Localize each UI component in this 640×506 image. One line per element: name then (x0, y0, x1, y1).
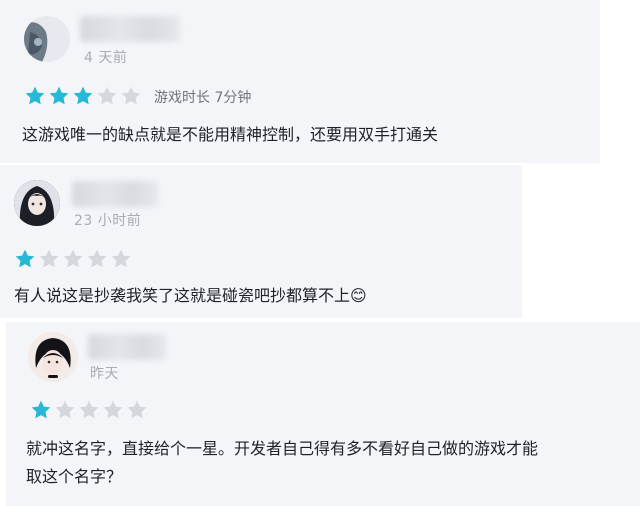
username-blurred (88, 334, 166, 360)
username-blurred (72, 181, 158, 207)
star-empty-icon (102, 399, 126, 423)
star-filled-icon (14, 248, 38, 272)
star-empty-icon (62, 248, 86, 272)
review-time: 4 天前 (84, 50, 128, 66)
avatar[interactable] (28, 332, 78, 382)
star-empty-icon (78, 399, 102, 423)
rating-stars (14, 248, 134, 272)
review-card: 4 天前 游戏时长 7分钟 这游戏唯一的缺点就是不能用精神控制，还要用双手打通关 (0, 0, 600, 163)
avatar[interactable] (24, 16, 70, 62)
review-text-line-2: 取这个名字？ (26, 467, 123, 486)
avatar[interactable] (14, 180, 60, 226)
star-empty-icon (96, 85, 120, 109)
username-blurred (80, 16, 180, 42)
review-time: 23 小时前 (74, 213, 142, 229)
star-empty-icon (110, 248, 134, 272)
rating-stars (30, 399, 150, 423)
review-text-line-1: 就冲这名字，直接给个一星。开发者自己得有多不看好自己做的游戏才能 (26, 439, 539, 458)
review-card: 昨天 就冲这名字，直接给个一星。开发者自己得有多不看好自己做的游戏才能 取这个名… (6, 322, 640, 506)
star-filled-icon (48, 85, 72, 109)
star-empty-icon (38, 248, 62, 272)
playtime: 游戏时长 7分钟 (154, 90, 252, 106)
star-empty-icon (126, 399, 150, 423)
review-time: 昨天 (90, 366, 119, 382)
star-empty-icon (120, 85, 144, 109)
review-text: 有人说这是抄袭我笑了这就是碰瓷吧抄都算不上😊 (14, 286, 367, 305)
review-card: 23 小时前 有人说这是抄袭我笑了这就是碰瓷吧抄都算不上😊 (0, 165, 522, 318)
star-filled-icon (72, 85, 96, 109)
star-filled-icon (30, 399, 54, 423)
review-text: 这游戏唯一的缺点就是不能用精神控制，还要用双手打通关 (22, 125, 439, 144)
star-empty-icon (54, 399, 78, 423)
star-filled-icon (24, 85, 48, 109)
rating-stars (24, 85, 144, 109)
star-empty-icon (86, 248, 110, 272)
